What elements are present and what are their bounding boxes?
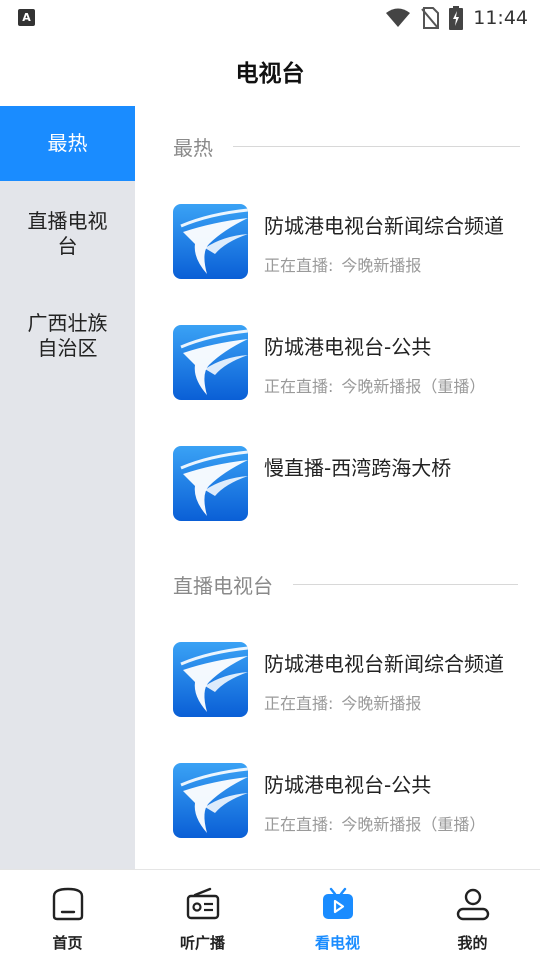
channel-item[interactable]: 慢直播-西湾跨海大桥 [173, 446, 533, 522]
sidebar-item-live-tv[interactable]: 直播电视台 [0, 181, 135, 286]
radio-icon [183, 884, 223, 924]
title-bar: 电视台 [0, 36, 540, 106]
channel-live-status: 正在直播: 今晚新播报（重播） [264, 373, 514, 397]
channel-item[interactable]: 防城港电视台-公共 正在直播: 今晚新播报（重播） [173, 763, 533, 839]
tab-label: 听广播 [179, 934, 225, 952]
channel-name: 防城港电视台新闻综合频道 [264, 214, 504, 238]
channel-logo-icon [173, 446, 248, 521]
tab-label: 我的 [457, 934, 488, 952]
notification-badge-icon: A [18, 9, 35, 26]
section-title: 直播电视台 [173, 574, 273, 598]
no-sim-icon [421, 7, 440, 29]
live-prefix: 正在直播: [264, 377, 334, 396]
sidebar-item-label: 广西壮族自治区 [27, 311, 108, 360]
tab-label: 看电视 [314, 934, 360, 952]
section-header: 最热 [173, 132, 520, 161]
channel-list[interactable]: 最热 防城港电视台新闻综合频道 正在直播: 今晚新播报 防城港电视台-公共 正在直… [135, 106, 540, 869]
channel-name: 防城港电视台-公共 [264, 335, 432, 359]
status-time: 11:44 [473, 7, 528, 29]
tab-profile[interactable]: 我的 [405, 870, 540, 960]
channel-item[interactable]: 防城港电视台-公共 正在直播: 今晚新播报（重播） [173, 325, 533, 401]
sidebar-item-label: 直播电视台 [27, 208, 108, 258]
status-bar: A 11:44 [0, 0, 540, 36]
tv-icon [318, 884, 358, 924]
category-sidebar: 最热 直播电视台 广西壮族自治区 [0, 106, 135, 869]
channel-logo-icon [173, 204, 248, 279]
live-program: 今晚新播报（重播） [341, 815, 486, 834]
section-title: 最热 [173, 136, 213, 160]
sidebar-item-label: 最热 [47, 131, 88, 155]
profile-icon [453, 884, 493, 924]
section-header: 直播电视台 [173, 570, 518, 599]
home-icon [48, 884, 88, 924]
live-prefix: 正在直播: [264, 256, 334, 275]
channel-name: 慢直播-西湾跨海大桥 [264, 456, 452, 480]
live-program: 今晚新播报 [341, 256, 422, 275]
tab-label: 首页 [52, 934, 83, 952]
channel-name: 防城港电视台新闻综合频道 [264, 652, 504, 676]
channel-logo-icon [173, 763, 248, 838]
live-program: 今晚新播报 [341, 694, 422, 713]
channel-name: 防城港电视台-公共 [264, 773, 432, 797]
channel-live-status: 正在直播: 今晚新播报 [264, 252, 514, 276]
channel-live-status: 正在直播: 今晚新播报 [264, 690, 514, 714]
status-icons: 11:44 [385, 6, 528, 30]
channel-item[interactable]: 防城港电视台新闻综合频道 正在直播: 今晚新播报 [173, 204, 533, 280]
tab-home[interactable]: 首页 [0, 870, 135, 960]
live-prefix: 正在直播: [264, 815, 334, 834]
sidebar-item-guangxi[interactable]: 广西壮族自治区 [0, 286, 135, 386]
bottom-tab-bar: 首页 听广播 看电视 我的 [0, 869, 540, 960]
wifi-icon [386, 8, 411, 27]
channel-item[interactable]: 防城港电视台新闻综合频道 正在直播: 今晚新播报 [173, 642, 533, 718]
live-prefix: 正在直播: [264, 694, 334, 713]
channel-logo-icon [173, 325, 248, 400]
section-divider [233, 146, 520, 147]
page-title: 电视台 [235, 61, 305, 87]
channel-live-status: 正在直播: 今晚新播报（重播） [264, 811, 514, 835]
channel-logo-icon [173, 642, 248, 717]
tab-radio[interactable]: 听广播 [135, 870, 270, 960]
live-program: 今晚新播报（重播） [341, 377, 486, 396]
section-divider [293, 584, 518, 585]
sidebar-item-hot[interactable]: 最热 [0, 106, 135, 181]
battery-charging-icon [449, 6, 464, 30]
tab-tv[interactable]: 看电视 [270, 870, 405, 960]
